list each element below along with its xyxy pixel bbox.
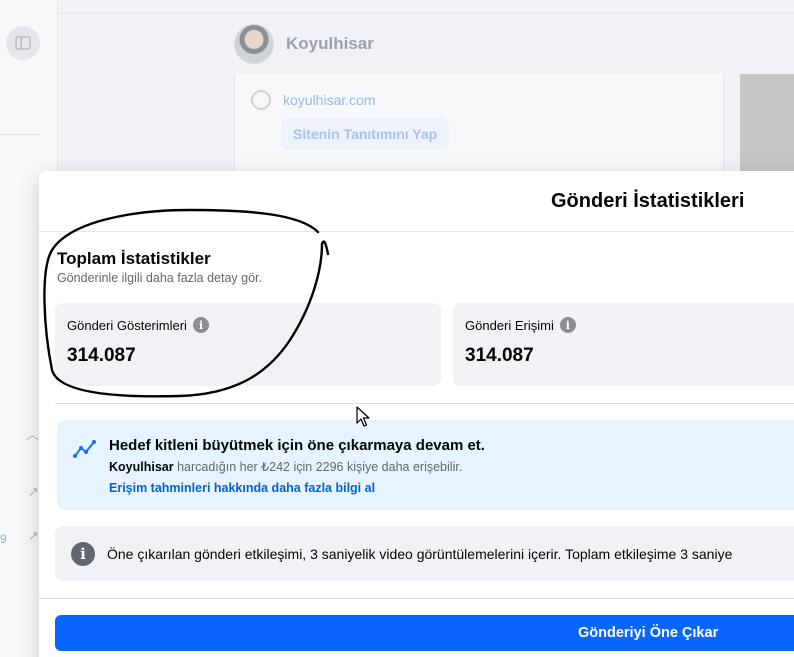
arrow-up-right-icon[interactable]: ↗ — [28, 528, 39, 544]
impressions-card: Gönderi Gösterimleri i 314.087 — [55, 303, 441, 386]
website-link[interactable]: koyulhisar.com — [283, 92, 376, 108]
dialog-header: Gönderi İstatistikleri — [39, 171, 794, 232]
impressions-value: 314.087 — [67, 345, 136, 366]
reach-estimates-link[interactable]: Erişim tahminleri hakkında daha fazla bi… — [109, 481, 375, 495]
sidebar-toggle-button[interactable] — [6, 26, 40, 60]
arrow-up-right-icon[interactable]: ↗ — [28, 484, 39, 500]
boost-text-body: harcadığın her ₺242 için 2296 kişiye dah… — [173, 460, 463, 474]
impressions-label-row: Gönderi Gösterimleri i — [67, 317, 209, 333]
avatar[interactable] — [234, 24, 274, 64]
impressions-label: Gönderi Gösterimleri — [67, 317, 187, 333]
post-insights-dialog: Gönderi İstatistikleri Toplam İstatistik… — [39, 171, 794, 657]
reach-label: Gönderi Erişimi — [465, 317, 554, 333]
page-name[interactable]: Koyulhisar — [286, 34, 374, 54]
info-icon[interactable]: i — [192, 317, 209, 333]
note-text: Öne çıkarılan gönderi etkileşimi, 3 sani… — [107, 546, 733, 562]
trend-icon — [73, 440, 96, 458]
globe-icon — [251, 90, 271, 110]
reach-card: Gönderi Erişimi i 314.087 — [453, 303, 794, 386]
info-icon: i — [71, 542, 95, 566]
chevron-up-icon[interactable]: ︿ — [26, 424, 39, 443]
footer-divider — [39, 598, 794, 599]
mouse-cursor-icon — [356, 406, 370, 427]
promote-site-button[interactable]: Sitenin Tanıtımını Yap — [281, 118, 450, 150]
info-icon[interactable]: i — [559, 317, 576, 333]
boost-text: Koyulhisar harcadığın her ₺242 için 2296… — [109, 459, 462, 474]
dialog-title: Gönderi İstatistikleri — [551, 190, 745, 212]
boost-suggestion: Hedef kitleni büyütmek için öne çıkarmay… — [57, 420, 794, 510]
panel-icon — [15, 36, 31, 50]
sidebar-divider — [0, 134, 40, 135]
boost-post-label: Gönderiyi Öne Çıkar — [578, 625, 719, 641]
boost-post-button[interactable]: Gönderiyi Öne Çıkar — [55, 615, 794, 651]
reach-value: 314.087 — [465, 345, 534, 366]
divider — [55, 403, 794, 404]
engagement-note: i Öne çıkarılan gönderi etkileşimi, 3 sa… — [55, 526, 794, 581]
section-title: Toplam İstatistikler — [57, 249, 211, 268]
side-number: 9 — [0, 532, 7, 546]
website-row: koyulhisar.com — [251, 90, 376, 110]
section-subtitle: Gönderinle ilgili daha fazla detay gör. — [57, 271, 262, 285]
top-bar — [58, 0, 794, 14]
page-header: Koyulhisar — [234, 18, 374, 70]
boost-page-name: Koyulhisar — [109, 460, 174, 474]
reach-label-row: Gönderi Erişimi i — [465, 317, 576, 333]
boost-title: Hedef kitleni büyütmek için öne çıkarmay… — [109, 437, 485, 454]
